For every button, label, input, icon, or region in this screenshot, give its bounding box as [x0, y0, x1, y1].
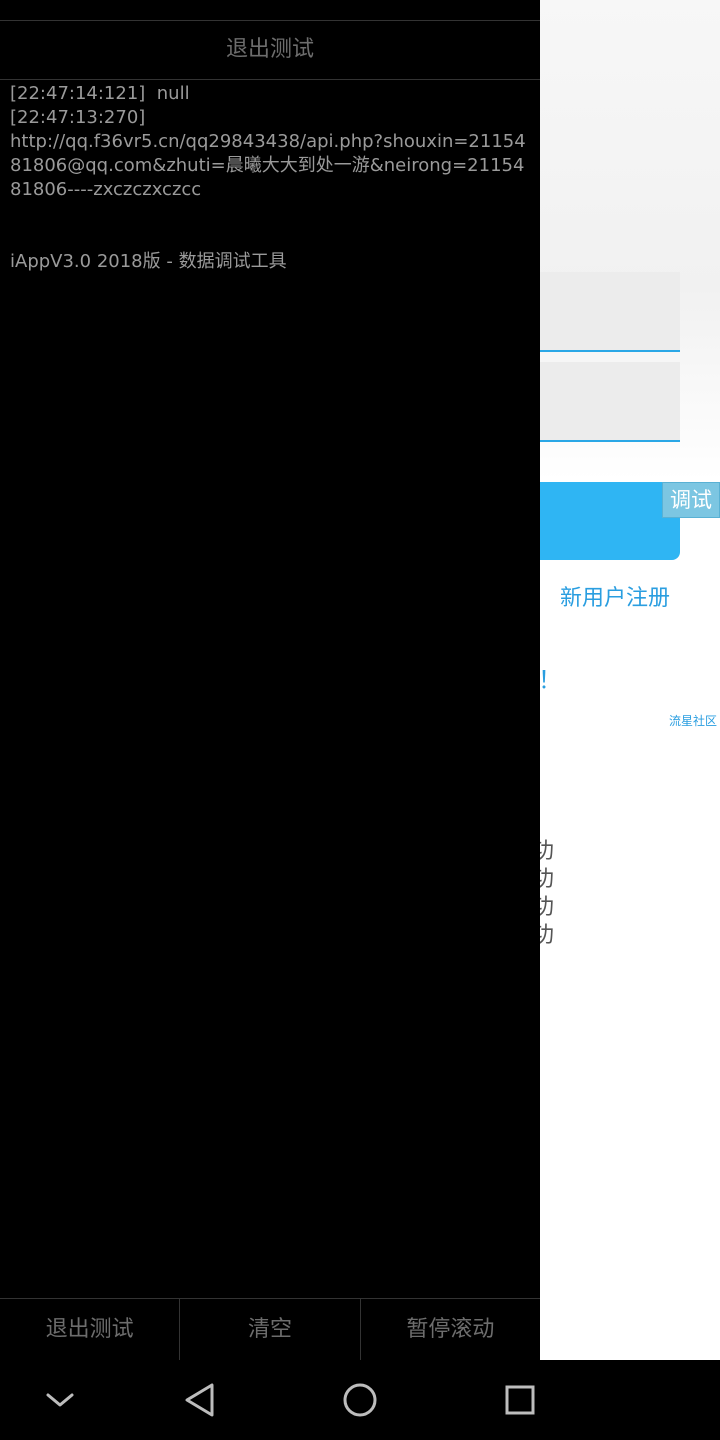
debug-panel-toolbar: 退出测试 清空 暂停滚动	[0, 1298, 540, 1361]
debug-toggle-button[interactable]: 调试	[662, 482, 720, 518]
clear-log-button[interactable]: 清空	[180, 1299, 361, 1361]
debug-panel-title[interactable]: 退出测试	[0, 20, 540, 80]
pause-scroll-button[interactable]: 暂停滚动	[361, 1299, 540, 1361]
debug-panel: 退出测试 [22:47:14:121] null [22:47:13:270] …	[0, 0, 540, 1361]
exit-test-button[interactable]: 退出测试	[0, 1299, 181, 1361]
log-line: [22:47:13:270]	[10, 107, 146, 128]
tool-version-label: iAppV3.0 2018版 - 数据调试工具	[10, 251, 287, 272]
log-line: http://qq.f36vr5.cn/qq29843438/api.php?s…	[10, 131, 526, 200]
log-output: [22:47:14:121] null [22:47:13:270] http:…	[10, 82, 530, 274]
recents-icon[interactable]	[480, 1360, 560, 1440]
log-spacer	[10, 202, 530, 250]
log-line: [22:47:14:121] null	[10, 83, 190, 104]
community-label: 流星社区	[669, 714, 718, 728]
register-link[interactable]: 新用户注册	[560, 580, 670, 612]
chevron-down-icon[interactable]	[20, 1360, 100, 1440]
back-icon[interactable]	[160, 1360, 240, 1440]
home-icon[interactable]	[320, 1360, 400, 1440]
system-nav-bar	[0, 1360, 720, 1440]
screen: 名片 调试 新用户注册 协议！ 流星社区 发送成功 发送成功 发送成功 发送成功…	[0, 0, 720, 1440]
